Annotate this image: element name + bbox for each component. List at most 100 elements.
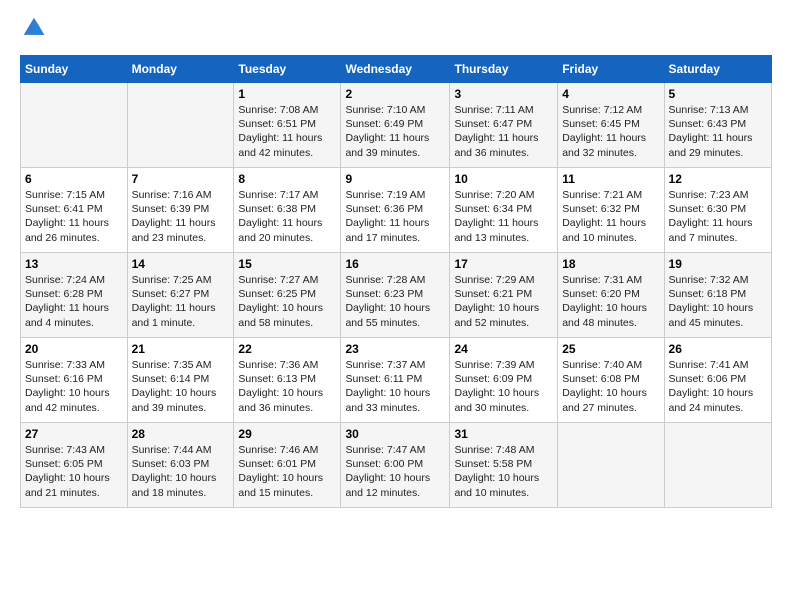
calendar-cell: 24 Sunrise: 7:39 AM Sunset: 6:09 PM Dayli… xyxy=(450,338,558,423)
calendar-cell xyxy=(21,83,128,168)
calendar-cell: 30 Sunrise: 7:47 AM Sunset: 6:00 PM Dayli… xyxy=(341,423,450,508)
dow-sunday: Sunday xyxy=(21,56,128,83)
day-info: Sunrise: 7:13 AM Sunset: 6:43 PM Dayligh… xyxy=(669,103,767,160)
calendar-table: SundayMondayTuesdayWednesdayThursdayFrid… xyxy=(20,55,772,508)
day-info: Sunrise: 7:39 AM Sunset: 6:09 PM Dayligh… xyxy=(454,358,553,415)
calendar-cell: 21 Sunrise: 7:35 AM Sunset: 6:14 PM Dayli… xyxy=(127,338,234,423)
day-number: 5 xyxy=(669,87,767,101)
dow-saturday: Saturday xyxy=(664,56,771,83)
dow-wednesday: Wednesday xyxy=(341,56,450,83)
calendar-cell: 1 Sunrise: 7:08 AM Sunset: 6:51 PM Daylig… xyxy=(234,83,341,168)
day-number: 28 xyxy=(132,427,230,441)
day-number: 21 xyxy=(132,342,230,356)
calendar-cell: 13 Sunrise: 7:24 AM Sunset: 6:28 PM Dayli… xyxy=(21,253,128,338)
day-info: Sunrise: 7:08 AM Sunset: 6:51 PM Dayligh… xyxy=(238,103,336,160)
day-number: 24 xyxy=(454,342,553,356)
calendar-cell: 19 Sunrise: 7:32 AM Sunset: 6:18 PM Dayli… xyxy=(664,253,771,338)
calendar-week-1: 1 Sunrise: 7:08 AM Sunset: 6:51 PM Daylig… xyxy=(21,83,772,168)
day-number: 13 xyxy=(25,257,123,271)
day-info: Sunrise: 7:37 AM Sunset: 6:11 PM Dayligh… xyxy=(345,358,445,415)
calendar-cell: 20Sunrise: 7:33 AM Sunset: 6:16 PM Dayli… xyxy=(21,338,128,423)
day-info: Sunrise: 7:20 AM Sunset: 6:34 PM Dayligh… xyxy=(454,188,553,245)
day-number: 30 xyxy=(345,427,445,441)
day-info: Sunrise: 7:32 AM Sunset: 6:18 PM Dayligh… xyxy=(669,273,767,330)
day-number: 18 xyxy=(562,257,659,271)
day-info: Sunrise: 7:12 AM Sunset: 6:45 PM Dayligh… xyxy=(562,103,659,160)
calendar-cell: 15 Sunrise: 7:27 AM Sunset: 6:25 PM Dayli… xyxy=(234,253,341,338)
day-number: 22 xyxy=(238,342,336,356)
day-number: 3 xyxy=(454,87,553,101)
day-info: Sunrise: 7:44 AM Sunset: 6:03 PM Dayligh… xyxy=(132,443,230,500)
calendar-cell: 3 Sunrise: 7:11 AM Sunset: 6:47 PM Daylig… xyxy=(450,83,558,168)
calendar-cell: 29Sunrise: 7:46 AM Sunset: 6:01 PM Dayli… xyxy=(234,423,341,508)
calendar-cell: 9 Sunrise: 7:19 AM Sunset: 6:36 PM Daylig… xyxy=(341,168,450,253)
calendar-cell: 8 Sunrise: 7:17 AM Sunset: 6:38 PM Daylig… xyxy=(234,168,341,253)
calendar-cell: 4 Sunrise: 7:12 AM Sunset: 6:45 PM Daylig… xyxy=(558,83,664,168)
day-number: 2 xyxy=(345,87,445,101)
calendar-cell: 18 Sunrise: 7:31 AM Sunset: 6:20 PM Dayli… xyxy=(558,253,664,338)
calendar-cell: 14 Sunrise: 7:25 AM Sunset: 6:27 PM Dayli… xyxy=(127,253,234,338)
day-number: 15 xyxy=(238,257,336,271)
calendar-cell: 12 Sunrise: 7:23 AM Sunset: 6:30 PM Dayli… xyxy=(664,168,771,253)
day-number: 8 xyxy=(238,172,336,186)
page-header xyxy=(20,16,772,45)
day-info: Sunrise: 7:41 AM Sunset: 6:06 PM Dayligh… xyxy=(669,358,767,415)
day-number: 4 xyxy=(562,87,659,101)
dow-friday: Friday xyxy=(558,56,664,83)
day-info: Sunrise: 7:23 AM Sunset: 6:30 PM Dayligh… xyxy=(669,188,767,245)
day-number: 26 xyxy=(669,342,767,356)
day-number: 29 xyxy=(238,427,336,441)
day-number: 17 xyxy=(454,257,553,271)
calendar-cell: 17 Sunrise: 7:29 AM Sunset: 6:21 PM Dayli… xyxy=(450,253,558,338)
calendar-cell: 10Sunrise: 7:20 AM Sunset: 6:34 PM Dayli… xyxy=(450,168,558,253)
calendar-cell: 6 Sunrise: 7:15 AM Sunset: 6:41 PM Daylig… xyxy=(21,168,128,253)
calendar-week-2: 6 Sunrise: 7:15 AM Sunset: 6:41 PM Daylig… xyxy=(21,168,772,253)
day-info: Sunrise: 7:15 AM Sunset: 6:41 PM Dayligh… xyxy=(25,188,123,245)
day-number: 6 xyxy=(25,172,123,186)
calendar-cell xyxy=(127,83,234,168)
day-info: Sunrise: 7:40 AM Sunset: 6:08 PM Dayligh… xyxy=(562,358,659,415)
day-info: Sunrise: 7:29 AM Sunset: 6:21 PM Dayligh… xyxy=(454,273,553,330)
calendar-cell: 16 Sunrise: 7:28 AM Sunset: 6:23 PM Dayli… xyxy=(341,253,450,338)
day-info: Sunrise: 7:21 AM Sunset: 6:32 PM Dayligh… xyxy=(562,188,659,245)
calendar-cell: 31Sunrise: 7:48 AM Sunset: 5:58 PM Dayli… xyxy=(450,423,558,508)
dow-monday: Monday xyxy=(127,56,234,83)
day-number: 9 xyxy=(345,172,445,186)
calendar-week-3: 13 Sunrise: 7:24 AM Sunset: 6:28 PM Dayli… xyxy=(21,253,772,338)
day-info: Sunrise: 7:31 AM Sunset: 6:20 PM Dayligh… xyxy=(562,273,659,330)
day-number: 23 xyxy=(345,342,445,356)
calendar-cell: 28 Sunrise: 7:44 AM Sunset: 6:03 PM Dayli… xyxy=(127,423,234,508)
calendar-cell: 5 Sunrise: 7:13 AM Sunset: 6:43 PM Daylig… xyxy=(664,83,771,168)
day-info: Sunrise: 7:35 AM Sunset: 6:14 PM Dayligh… xyxy=(132,358,230,415)
day-number: 11 xyxy=(562,172,659,186)
day-info: Sunrise: 7:17 AM Sunset: 6:38 PM Dayligh… xyxy=(238,188,336,245)
day-number: 14 xyxy=(132,257,230,271)
dow-thursday: Thursday xyxy=(450,56,558,83)
day-info: Sunrise: 7:47 AM Sunset: 6:00 PM Dayligh… xyxy=(345,443,445,500)
day-number: 27 xyxy=(25,427,123,441)
day-number: 19 xyxy=(669,257,767,271)
day-info: Sunrise: 7:25 AM Sunset: 6:27 PM Dayligh… xyxy=(132,273,230,330)
day-info: Sunrise: 7:16 AM Sunset: 6:39 PM Dayligh… xyxy=(132,188,230,245)
day-number: 12 xyxy=(669,172,767,186)
day-info: Sunrise: 7:19 AM Sunset: 6:36 PM Dayligh… xyxy=(345,188,445,245)
calendar-cell: 23 Sunrise: 7:37 AM Sunset: 6:11 PM Dayli… xyxy=(341,338,450,423)
calendar-cell: 11 Sunrise: 7:21 AM Sunset: 6:32 PM Dayli… xyxy=(558,168,664,253)
day-number: 1 xyxy=(238,87,336,101)
calendar-week-4: 20Sunrise: 7:33 AM Sunset: 6:16 PM Dayli… xyxy=(21,338,772,423)
day-info: Sunrise: 7:11 AM Sunset: 6:47 PM Dayligh… xyxy=(454,103,553,160)
calendar-cell xyxy=(558,423,664,508)
calendar-cell: 22 Sunrise: 7:36 AM Sunset: 6:13 PM Dayli… xyxy=(234,338,341,423)
day-info: Sunrise: 7:27 AM Sunset: 6:25 PM Dayligh… xyxy=(238,273,336,330)
day-info: Sunrise: 7:48 AM Sunset: 5:58 PM Dayligh… xyxy=(454,443,553,500)
day-info: Sunrise: 7:36 AM Sunset: 6:13 PM Dayligh… xyxy=(238,358,336,415)
logo-icon xyxy=(22,16,46,40)
day-info: Sunrise: 7:43 AM Sunset: 6:05 PM Dayligh… xyxy=(25,443,123,500)
day-info: Sunrise: 7:24 AM Sunset: 6:28 PM Dayligh… xyxy=(25,273,123,330)
day-info: Sunrise: 7:33 AM Sunset: 6:16 PM Dayligh… xyxy=(25,358,123,415)
calendar-week-5: 27 Sunrise: 7:43 AM Sunset: 6:05 PM Dayli… xyxy=(21,423,772,508)
calendar-cell: 7Sunrise: 7:16 AM Sunset: 6:39 PM Daylig… xyxy=(127,168,234,253)
day-number: 16 xyxy=(345,257,445,271)
day-info: Sunrise: 7:28 AM Sunset: 6:23 PM Dayligh… xyxy=(345,273,445,330)
logo xyxy=(20,16,48,45)
